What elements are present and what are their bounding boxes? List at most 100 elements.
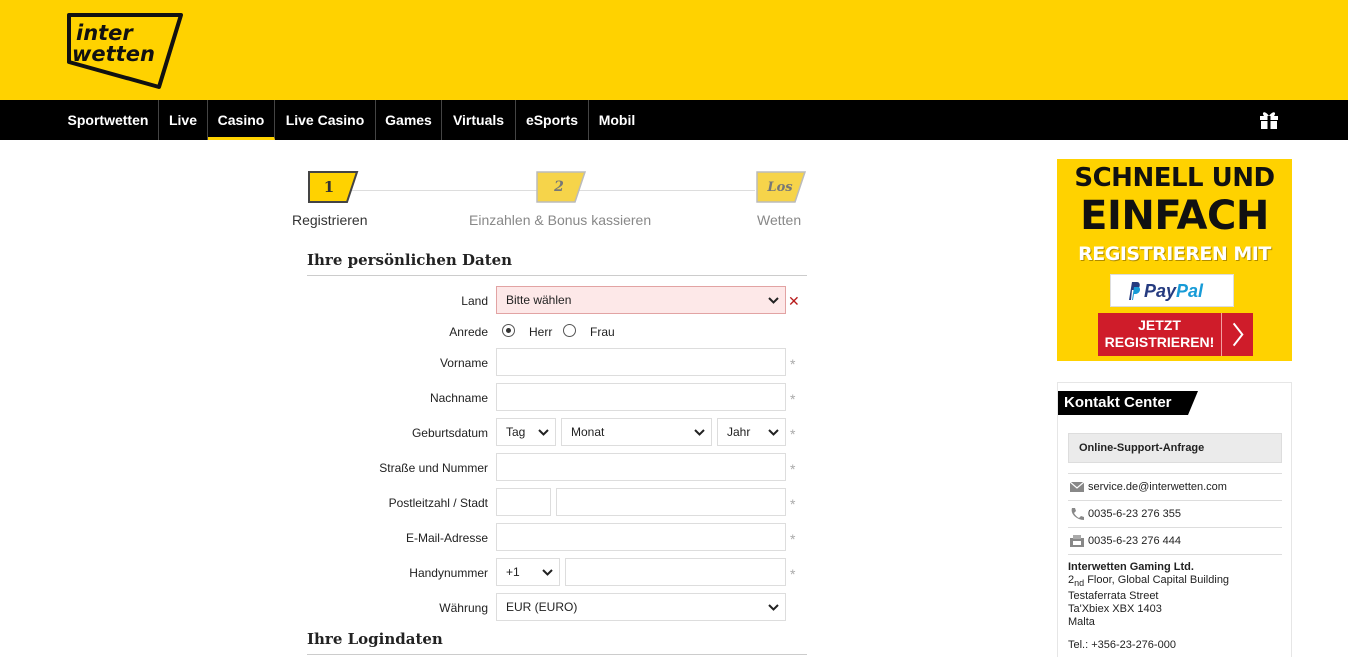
radio-frau[interactable] (563, 324, 576, 337)
paypal-icon (1129, 282, 1141, 300)
email-input[interactable] (496, 523, 786, 551)
required-mark: * (790, 566, 796, 582)
svg-text:Los: Los (766, 180, 793, 195)
monat-value: Monat (571, 425, 605, 439)
header: inter wetten (0, 0, 1348, 100)
nav-item-casino[interactable]: Casino (208, 100, 275, 140)
land-value: Bitte wählen (506, 293, 572, 307)
paypal-logo: PayPal (1110, 274, 1234, 307)
radio-herr-label: Herr (529, 325, 553, 339)
handy-prefix-value: +1 (506, 565, 520, 579)
step-1-label: Registrieren (292, 212, 368, 228)
contact-phone: 0035-6-23 276 355 (1088, 508, 1181, 520)
chevron-down-icon (768, 429, 779, 436)
section-title-login: Ihre Logindaten (307, 630, 807, 655)
contact-fax: 0035-6-23 276 444 (1088, 535, 1181, 547)
contact-divider (1068, 554, 1282, 555)
error-icon: ✕ (788, 293, 800, 309)
svg-text:2: 2 (553, 179, 564, 195)
promo-line-3: REGISTRIEREN MIT (1078, 243, 1271, 265)
fax-icon (1070, 535, 1084, 547)
radio-frau-label: Frau (590, 325, 615, 339)
email-label: E-Mail-Adresse (405, 531, 488, 545)
plz-label: Postleitzahl / Stadt (388, 496, 488, 510)
contact-center: Kontakt Center Online-Support-Anfrage se… (1057, 382, 1292, 657)
required-mark: * (790, 461, 796, 477)
address-city: Ta'Xbiex XBX 1403 (1068, 603, 1162, 616)
chevron-down-icon (694, 429, 705, 436)
chevron-down-icon (768, 604, 779, 611)
land-select[interactable]: Bitte wählen (496, 286, 786, 314)
interwetten-logo[interactable]: inter wetten (66, 12, 184, 90)
address-floor: 2nd Floor, Global Capital Building (1068, 574, 1230, 589)
vorname-label: Vorname (439, 356, 488, 370)
tag-value: Tag (506, 425, 526, 439)
chevron-down-icon (542, 569, 553, 576)
land-label: Land (461, 294, 488, 308)
paypal-promo-banner[interactable]: SCHNELL UND EINFACH REGISTRIEREN MIT Pay… (1057, 159, 1292, 361)
required-mark: * (790, 391, 796, 407)
svg-text:wetten: wetten (72, 42, 155, 66)
promo-line-1: SCHNELL UND (1074, 163, 1275, 193)
nachname-label: Nachname (429, 391, 488, 405)
waehrung-value: EUR (EURO) (506, 600, 578, 614)
company-name: Interwetten Gaming Ltd. (1068, 561, 1194, 573)
required-mark: * (790, 531, 796, 547)
plz-input[interactable] (496, 488, 551, 516)
contact-email-row: service.de@interwetten.com (1068, 473, 1282, 499)
jahr-value: Jahr (727, 425, 751, 439)
promo-line-2: EINFACH (1080, 193, 1269, 239)
contact-fax-row: 0035-6-23 276 444 (1068, 527, 1282, 553)
step-2-label: Einzahlen & Bonus kassieren (469, 212, 652, 228)
nav-item-live[interactable]: Live (159, 100, 208, 140)
handy-label: Handynummer (409, 566, 488, 580)
chevron-right-icon (1221, 313, 1244, 356)
nav-item-mobil[interactable]: Mobil (589, 100, 645, 140)
anrede-label: Anrede (449, 325, 488, 339)
nav-item-sportwetten[interactable]: Sportwetten (58, 100, 159, 140)
handy-input[interactable] (565, 558, 786, 586)
required-mark: * (790, 496, 796, 512)
svg-text:1: 1 (324, 178, 334, 196)
step-1-badge: 1 (308, 171, 359, 203)
chevron-down-icon (538, 429, 549, 436)
nav-item-live-casino[interactable]: Live Casino (275, 100, 376, 140)
chevron-down-icon (768, 297, 779, 304)
address-country: Malta (1068, 616, 1095, 629)
step-3-label: Wetten (757, 212, 802, 228)
nav-item-virtuals[interactable]: Virtuals (442, 100, 516, 140)
nav-item-esports[interactable]: eSports (516, 100, 589, 140)
stadt-input[interactable] (556, 488, 786, 516)
tag-select[interactable]: Tag (496, 418, 556, 446)
jetzt-registrieren-button[interactable]: JETZT REGISTRIEREN! (1098, 313, 1253, 356)
company-address: Interwetten Gaming Ltd. 2nd Floor, Globa… (1068, 561, 1229, 629)
jahr-select[interactable]: Jahr (717, 418, 786, 446)
nav-item-games[interactable]: Games (376, 100, 442, 140)
contact-phone-row: 0035-6-23 276 355 (1068, 500, 1282, 526)
handy-prefix-select[interactable]: +1 (496, 558, 560, 586)
registration-steps: 1 2 Los Registrieren Einzahlen & Bonus k… (290, 168, 810, 230)
address-street: Testaferrata Street (1068, 590, 1159, 603)
waehrung-select[interactable]: EUR (EURO) (496, 593, 786, 621)
gift-icon[interactable] (1258, 110, 1280, 130)
company-tel: Tel.: +356-23-276-000 (1068, 639, 1176, 651)
online-support-button[interactable]: Online-Support-Anfrage (1068, 433, 1282, 463)
step-connector (585, 190, 755, 191)
nachname-input[interactable] (496, 383, 786, 411)
jetzt-registrieren-label: JETZT REGISTRIEREN! (1104, 317, 1215, 350)
main-nav: Sportwetten Live Casino Live Casino Game… (0, 100, 1348, 140)
required-mark: * (790, 426, 796, 442)
phone-icon (1071, 508, 1084, 520)
required-mark: * (790, 356, 796, 372)
strasse-input[interactable] (496, 453, 786, 481)
waehrung-label: Währung (439, 601, 488, 615)
contact-center-title: Kontakt Center (1064, 394, 1172, 411)
monat-select[interactable]: Monat (561, 418, 712, 446)
contact-email[interactable]: service.de@interwetten.com (1088, 481, 1227, 493)
geburtsdatum-label: Geburtsdatum (411, 426, 488, 440)
strasse-label: Straße und Nummer (379, 461, 488, 475)
section-title-personal: Ihre persönlichen Daten (307, 251, 807, 276)
step-2-badge: 2 (536, 171, 587, 203)
radio-herr[interactable] (502, 324, 515, 337)
vorname-input[interactable] (496, 348, 786, 376)
